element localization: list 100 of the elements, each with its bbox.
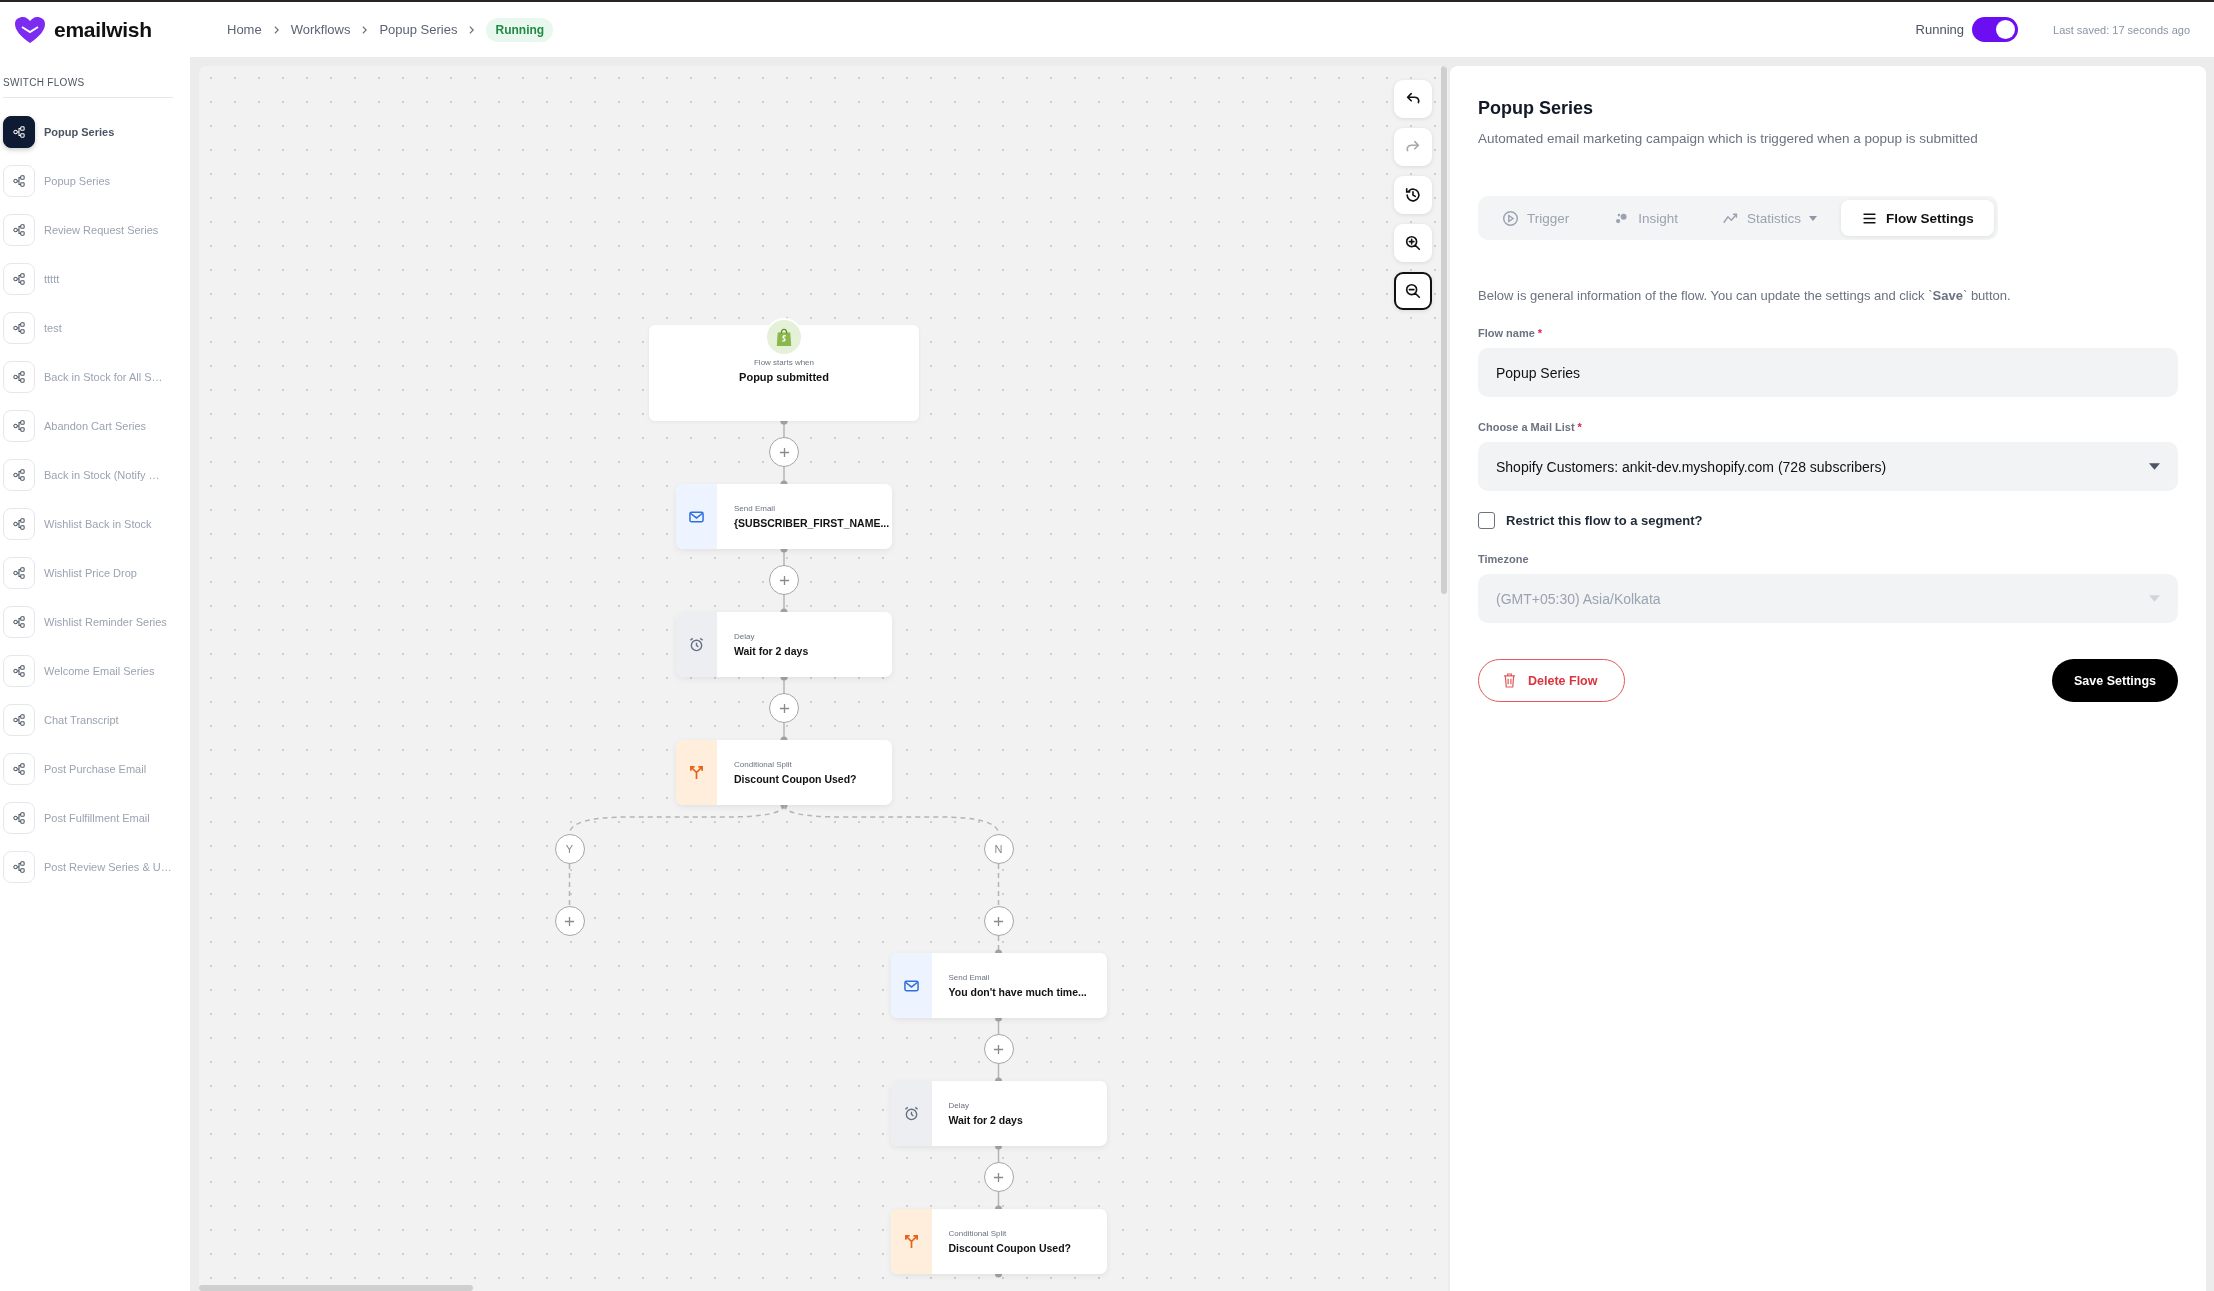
flow-icon — [13, 567, 25, 579]
email-node[interactable]: Send Email You don't have much time... — [890, 953, 1107, 1018]
checkbox-label: Restrict this flow to a segment? — [1506, 513, 1703, 528]
plus-icon — [778, 702, 790, 714]
plus-icon — [993, 1043, 1004, 1055]
flow-item[interactable]: test — [3, 312, 190, 344]
add-step-button[interactable] — [554, 906, 585, 936]
undo-button[interactable] — [1394, 80, 1432, 118]
zoom-out-button[interactable] — [1394, 272, 1432, 310]
plus-icon — [564, 915, 575, 927]
breadcrumb-link[interactable]: Popup Series — [379, 22, 458, 37]
trash-icon — [1503, 673, 1516, 688]
plus-icon — [993, 1171, 1004, 1183]
trigger-node[interactable]: Flow starts when Popup submitted — [649, 325, 919, 421]
flow-item[interactable]: Welcome Email Series — [3, 655, 190, 687]
connector-line — [568, 863, 571, 907]
caret-icon — [2149, 463, 2160, 470]
tab[interactable]: Flow Settings — [1841, 200, 1994, 236]
mail-list-dropdown[interactable]: Shopify Customers: ankit-dev.myshopify.com (728 subscribers) — [1478, 442, 2178, 491]
add-step-button[interactable] — [769, 693, 799, 723]
panel-description: Automated email marketing campaign which is triggered when a popup is submitted — [1478, 131, 1979, 146]
flow-item[interactable]: Back in Stock for All S… — [3, 361, 190, 393]
flow-item[interactable]: Abandon Cart Series — [3, 410, 190, 442]
flow-item[interactable]: Post Review Series & U… — [3, 851, 190, 883]
add-step-button[interactable] — [983, 1034, 1014, 1064]
flow-item[interactable]: Post Fulfillment Email — [3, 802, 190, 834]
tab[interactable]: Trigger — [1482, 200, 1590, 236]
flow-icon — [13, 224, 25, 236]
alarm-clock-icon — [903, 1106, 919, 1121]
scrollbar[interactable] — [1441, 66, 1447, 594]
flow-icon — [13, 861, 25, 873]
plus-icon — [778, 574, 790, 586]
field-label: Flow name — [1478, 327, 1535, 339]
flow-item[interactable]: ttttt — [3, 263, 190, 295]
flow-item[interactable]: Wishlist Back in Stock — [3, 508, 190, 540]
flow-item[interactable]: Popup Series — [3, 116, 190, 148]
flow-item[interactable]: Chat Transcript — [3, 704, 190, 736]
add-step-button[interactable] — [769, 437, 799, 467]
node-title: Discount Coupon Used? — [734, 773, 857, 785]
flow-item[interactable]: Wishlist Price Drop — [3, 557, 190, 589]
branch-label: N — [983, 834, 1014, 864]
flow-icon — [13, 273, 25, 285]
toggle-label: Running — [1915, 22, 1964, 37]
flow-item[interactable]: Popup Series — [3, 165, 190, 197]
node-title: Popup submitted — [739, 371, 829, 383]
flow-icon — [13, 763, 25, 775]
flow-icon — [13, 616, 25, 628]
alarm-clock-icon — [689, 637, 704, 652]
breadcrumb-link[interactable]: Home — [227, 22, 262, 37]
flow-item[interactable]: Post Purchase Email — [3, 753, 190, 785]
node-title: Wait for 2 days — [734, 645, 809, 657]
add-step-button[interactable] — [983, 1162, 1014, 1192]
flow-item[interactable]: Review Request Series — [3, 214, 190, 246]
node-title: Wait for 2 days — [948, 1114, 1023, 1126]
add-step-button[interactable] — [769, 565, 799, 595]
connector-line — [997, 863, 1000, 907]
plus-icon — [778, 446, 790, 458]
chevron-icon — [272, 24, 280, 35]
add-step-button[interactable] — [983, 906, 1014, 936]
node-caption: Send Email — [948, 973, 991, 982]
last-saved-text: Last saved: 17 seconds ago — [2053, 23, 2190, 36]
delay-node[interactable]: Delay Wait for 2 days — [676, 612, 892, 677]
panel-title: Popup Series — [1478, 98, 1595, 119]
status-badge: Running — [486, 17, 554, 42]
email-node[interactable]: Send Email {SUBSCRIBER_FIRST_NAME... — [676, 484, 892, 549]
flow-icon — [13, 812, 25, 824]
tab[interactable]: Insight — [1593, 200, 1699, 236]
scrollbar[interactable] — [199, 1285, 473, 1291]
flow-item[interactable]: Back in Stock (Notify … — [3, 459, 190, 491]
checkbox[interactable] — [1478, 512, 1495, 529]
flow-icon — [13, 714, 25, 726]
history-button[interactable] — [1394, 176, 1432, 214]
delete-flow-button[interactable]: Delete Flow — [1478, 659, 1626, 702]
intro-text: Below is general information of the flow. You can update the settings and click `Save` button. — [1478, 288, 2012, 303]
node-caption: Flow starts when — [754, 358, 814, 367]
split-node[interactable]: Conditional Split Discount Coupon Used? — [676, 740, 892, 805]
field-label: Choose a Mail List — [1478, 421, 1575, 433]
chevron-icon — [468, 24, 476, 35]
flow-icon — [13, 371, 25, 383]
save-settings-button[interactable]: Save Settings — [2052, 659, 2178, 702]
logo-text: emailwish — [54, 17, 152, 42]
field-label: Timezone — [1478, 553, 1529, 565]
tab[interactable]: Statistics — [1702, 200, 1838, 236]
flow-icon — [13, 322, 25, 334]
fork-icon — [689, 765, 704, 780]
fork-icon — [903, 1234, 919, 1249]
branch-label: Y — [554, 834, 585, 864]
running-toggle[interactable] — [1972, 17, 2018, 42]
breadcrumb-link[interactable]: Workflows — [290, 22, 351, 37]
split-node[interactable]: Conditional Split Discount Coupon Used? — [890, 1209, 1107, 1274]
node-caption: Send Email — [734, 504, 776, 513]
node-caption: Delay — [948, 1101, 970, 1110]
flow-item[interactable]: Wishlist Reminder Series — [3, 606, 190, 638]
flow-icon — [13, 518, 25, 530]
zoom-in-button[interactable] — [1394, 224, 1432, 262]
flow-name-field[interactable]: Popup Series — [1478, 348, 2178, 397]
delay-node[interactable]: Delay Wait for 2 days — [890, 1081, 1107, 1146]
envelope-icon — [689, 510, 704, 523]
node-caption: Delay — [734, 632, 756, 641]
flow-icon — [13, 665, 25, 677]
